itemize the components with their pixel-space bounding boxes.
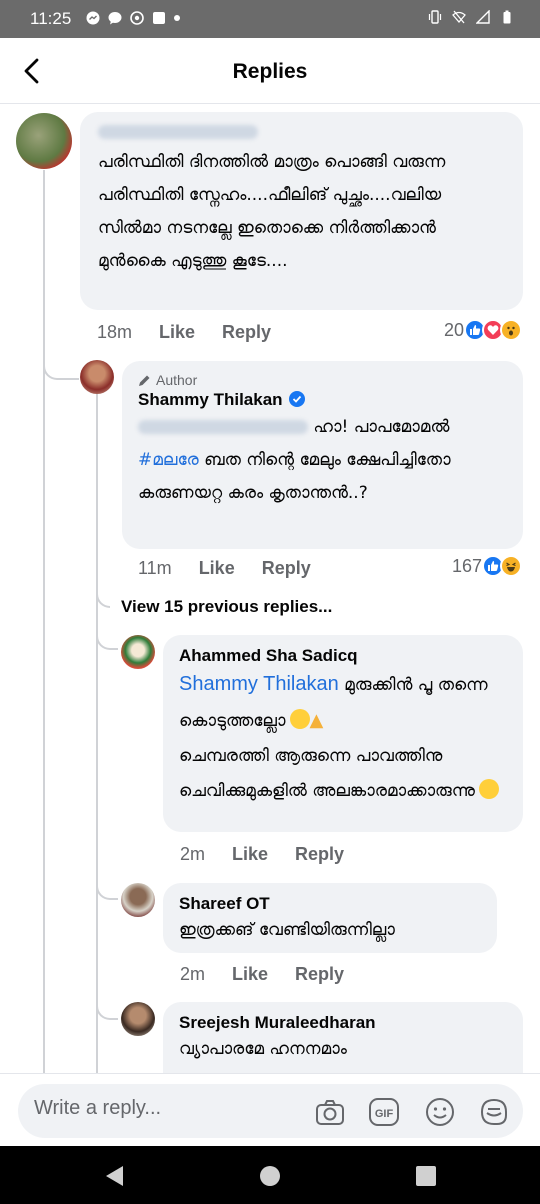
hashtag-link[interactable]: #മലരേ bbox=[138, 450, 199, 470]
grinning-emoji-icon bbox=[478, 779, 499, 799]
commenter-name[interactable]: Shareef OT bbox=[179, 893, 481, 915]
signal-icon bbox=[476, 10, 490, 24]
battery-icon bbox=[503, 10, 511, 24]
comment-time: 2m bbox=[180, 964, 206, 984]
thread-connector bbox=[96, 854, 118, 900]
sticker-button[interactable] bbox=[478, 1096, 510, 1128]
page-title: Replies bbox=[232, 60, 308, 83]
nav-recents-button[interactable] bbox=[413, 1163, 439, 1189]
comment-actions: 2m Like Reply bbox=[180, 964, 344, 985]
triangle-back-icon bbox=[106, 1166, 123, 1186]
comment-actions: 18m Like Reply bbox=[97, 322, 271, 343]
comment-text: വ്യാപാരമേ ഹനനമാം bbox=[179, 1039, 347, 1059]
header: Replies bbox=[0, 38, 540, 104]
reaction-summary[interactable]: 167 bbox=[452, 555, 522, 577]
comment-bubble: Author Shammy Thilakan ഹാ! പാപമോമൽ #മലരേ… bbox=[122, 361, 523, 549]
app-square-icon bbox=[153, 12, 165, 24]
like-button[interactable]: Like bbox=[232, 964, 268, 985]
reaction-summary[interactable]: 20 bbox=[444, 319, 522, 341]
comment-bubble: Shareef OT ഇത്രക്കങ് വേണ്ടിയിരുന്നില്ലാ bbox=[163, 883, 497, 953]
status-time: 11:25 bbox=[30, 9, 72, 28]
thread-connector bbox=[96, 974, 118, 1020]
comment-text-line: ഹാ! പാപമോമൽ bbox=[313, 417, 450, 437]
mention-hidden bbox=[138, 420, 308, 434]
comment-text: ഇത്രക്കങ് വേണ്ടിയിരുന്നില്ലാ bbox=[179, 920, 395, 940]
nav-home-button[interactable] bbox=[257, 1163, 283, 1189]
svg-text:GIF: GIF bbox=[375, 1108, 394, 1120]
nav-back-button[interactable] bbox=[101, 1163, 127, 1189]
haha-reaction-icon bbox=[500, 555, 522, 577]
commenter-name[interactable]: Sreejesh Muraleedharan bbox=[179, 1012, 507, 1034]
like-button[interactable]: Like bbox=[159, 322, 195, 343]
system-icons bbox=[428, 10, 514, 24]
thread-connector bbox=[96, 578, 110, 608]
commenter-name[interactable]: Ahammed Sha Sadicq bbox=[179, 645, 507, 667]
like-button[interactable]: Like bbox=[232, 844, 268, 865]
thread-connector bbox=[43, 334, 79, 380]
reply-button[interactable]: Reply bbox=[295, 964, 344, 985]
reaction-count: 167 bbox=[451, 555, 482, 576]
emoji-button[interactable] bbox=[424, 1096, 456, 1128]
avatar[interactable] bbox=[16, 113, 72, 169]
whatsapp-icon bbox=[130, 11, 144, 25]
laughing-emoji-icon bbox=[289, 709, 310, 729]
avatar[interactable] bbox=[80, 360, 114, 394]
comment-bubble: പരിസ്ഥിതി ദിനത്തിൽ മാത്രം പൊങ്ങി വരുന്ന … bbox=[80, 112, 523, 310]
comment-actions: 11m Like Reply bbox=[138, 558, 311, 579]
comment-text: ഹാ! പാപമോമൽ #മലരേ ബത നിന്റെ മേലും ക്ഷേപി… bbox=[138, 411, 507, 510]
reply-button[interactable]: Reply bbox=[295, 844, 344, 865]
comment-time: 2m bbox=[180, 844, 206, 864]
commenter-name[interactable]: Shammy Thilakan bbox=[138, 389, 507, 411]
verified-badge-icon bbox=[288, 391, 305, 407]
notification-icons bbox=[86, 11, 180, 25]
commenter-name-hidden bbox=[98, 118, 505, 146]
messenger-icon bbox=[86, 11, 100, 25]
reaction-count: 20 bbox=[443, 319, 464, 340]
reply-input[interactable] bbox=[34, 1097, 294, 1120]
composer-box: GIF bbox=[18, 1084, 523, 1138]
comment-text: Shammy Thilakan മുരുക്കിൻ പൂ തന്നെ കൊടുത… bbox=[179, 667, 507, 809]
comment-bubble: Ahammed Sha Sadicq Shammy Thilakan മുരുക… bbox=[163, 635, 523, 832]
sticker-icon bbox=[480, 1098, 507, 1125]
avatar[interactable] bbox=[121, 883, 155, 917]
smiley-icon bbox=[426, 1098, 454, 1126]
avatar[interactable] bbox=[121, 635, 155, 669]
vibrate-icon bbox=[428, 10, 442, 24]
comment-actions: 2m Like Reply bbox=[180, 844, 344, 865]
system-nav-bar bbox=[0, 1146, 540, 1204]
status-bar: 11:25 bbox=[0, 0, 540, 38]
thread-connector bbox=[96, 622, 118, 650]
wow-reaction-icon bbox=[500, 319, 522, 341]
reply-button[interactable]: Reply bbox=[262, 558, 311, 579]
circle-home-icon bbox=[260, 1166, 280, 1186]
more-dot-icon bbox=[174, 15, 180, 21]
wifi-off-icon bbox=[452, 10, 466, 24]
thread-line bbox=[43, 170, 45, 1116]
author-badge: Author bbox=[138, 371, 507, 389]
comment-text-rest: ചെമ്പരത്തി ആരുന്നെ പാവത്തിനു ചെവിക്കുമുക… bbox=[179, 746, 475, 801]
comment-time: 18m bbox=[97, 322, 133, 342]
like-button[interactable]: Like bbox=[199, 558, 235, 579]
comment-text: പരിസ്ഥിതി ദിനത്തിൽ മാത്രം പൊങ്ങി വരുന്ന … bbox=[98, 152, 446, 271]
avatar[interactable] bbox=[121, 1002, 155, 1036]
reply-composer: GIF bbox=[0, 1073, 540, 1146]
chat-bubble-icon bbox=[108, 12, 122, 25]
gif-icon: GIF bbox=[369, 1098, 399, 1126]
mention-link[interactable]: Shammy Thilakan bbox=[179, 673, 339, 695]
view-previous-replies-link[interactable]: View 15 previous replies... bbox=[121, 597, 332, 617]
reply-button[interactable]: Reply bbox=[222, 322, 271, 343]
praying-hands-icon: ▲ bbox=[309, 710, 324, 731]
square-recents-icon bbox=[416, 1166, 436, 1186]
pencil-icon bbox=[139, 375, 150, 386]
camera-icon bbox=[316, 1100, 344, 1125]
author-label: Author bbox=[156, 372, 198, 388]
comment-time: 11m bbox=[138, 558, 172, 578]
commenter-name-text: Shammy Thilakan bbox=[138, 390, 283, 409]
camera-button[interactable] bbox=[314, 1096, 346, 1128]
replies-sheet: Replies പരിസ്ഥിതി ദിനത്തിൽ മാത്രം പൊങ്ങി… bbox=[0, 38, 540, 1146]
gif-button[interactable]: GIF bbox=[368, 1096, 400, 1128]
